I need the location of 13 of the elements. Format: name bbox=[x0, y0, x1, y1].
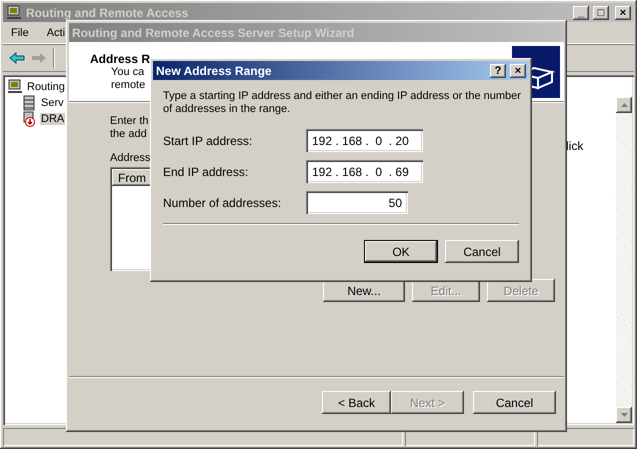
dialog-title: New Address Range bbox=[156, 64, 273, 78]
field-label: End IP address: bbox=[163, 164, 250, 178]
instruction-text: the add bbox=[110, 128, 147, 141]
page-subtitle: You ca bbox=[111, 66, 144, 79]
field-label: Start IP address: bbox=[163, 134, 254, 148]
instruction-text: Enter th bbox=[110, 115, 149, 128]
description-text: lick bbox=[566, 139, 584, 153]
page-subtitle: remote bbox=[111, 79, 146, 92]
window-title: Routing and Remote Access bbox=[26, 6, 190, 20]
instruction-text: Type a starting IP address and either an ending IP address or the number of addresses in the range. bbox=[163, 90, 522, 116]
field-label: Number of addresses: bbox=[163, 196, 282, 210]
page-title: Address R bbox=[90, 52, 152, 66]
list-label: Address bbox=[110, 152, 150, 164]
